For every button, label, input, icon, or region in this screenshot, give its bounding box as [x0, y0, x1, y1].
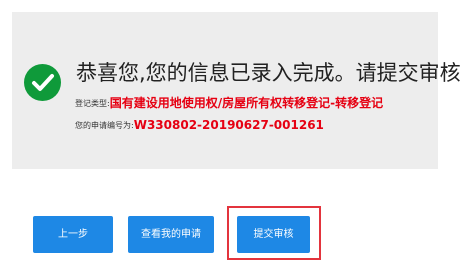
application-number-line: 您的申请编号为:W330802-20190627-001261	[75, 117, 324, 134]
registration-type-line: 登记类型:国有建设用地使用权/房屋所有权转移登记-转移登记	[75, 95, 383, 112]
registration-type-label: 登记类型:	[75, 99, 110, 108]
success-notice: 恭喜您,您的信息已录入完成。请提交审核！ 登记类型:国有建设用地使用权/房屋所有…	[12, 12, 461, 169]
view-my-application-button[interactable]: 查看我的申请	[128, 216, 214, 253]
success-headline: 恭喜您,您的信息已录入完成。请提交审核！	[76, 61, 461, 85]
application-number-label: 您的申请编号为:	[75, 121, 134, 130]
page: 恭喜您,您的信息已录入完成。请提交审核！ 登记类型:国有建设用地使用权/房屋所有…	[0, 0, 461, 275]
application-number-value: W330802-20190627-001261	[133, 118, 324, 132]
registration-type-value: 国有建设用地使用权/房屋所有权转移登记-转移登记	[109, 96, 384, 110]
previous-step-button[interactable]: 上一步	[33, 216, 113, 253]
check-icon	[24, 64, 61, 101]
submit-highlight-box	[227, 206, 321, 260]
